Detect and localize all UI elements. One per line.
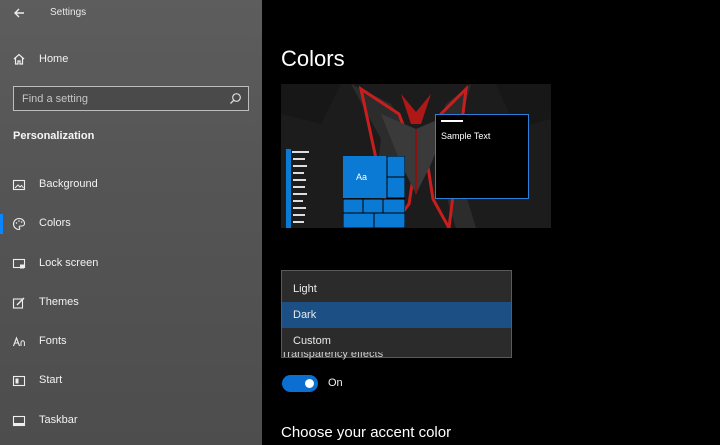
toggle-state-label: On [328,377,343,389]
option-dark[interactable]: Dark [282,302,511,328]
nav-home-label: Home [39,53,69,65]
palette-icon [13,217,26,231]
transparency-toggle[interactable] [282,375,318,392]
search-box[interactable] [13,86,249,111]
fonts-icon [12,336,25,347]
home-icon [13,53,25,65]
color-mode-dropdown[interactable]: Light Dark Custom [281,270,512,358]
page-title: Colors [281,46,345,71]
title-bar: Settings [0,0,262,28]
back-arrow-icon[interactable] [12,6,26,20]
sidebar-item-label: Fonts [39,335,67,347]
sidebar-item-label: Start [39,374,63,386]
sample-title-bar [441,120,463,122]
background-icon [12,179,26,191]
accent-color-heading: Choose your accent color [281,424,452,441]
sidebar-item-themes[interactable]: Themes [10,290,250,316]
sidebar-item-background[interactable]: Background [10,172,250,198]
tiles-preview: Aa [343,156,405,228]
theme-preview: Aa Sample Text [281,84,551,228]
section-title: Personalization [13,130,95,142]
sidebar-item-taskbar[interactable]: Taskbar [10,408,250,434]
option-label: Light [293,283,317,295]
transparency-label: Transparency effects [281,352,384,360]
taskbar-icon [12,415,26,427]
nav-home[interactable]: Home [10,48,250,72]
sample-window-preview: Sample Text [435,114,529,199]
app-title: Settings [50,7,87,18]
sidebar-item-lock-screen[interactable]: Lock screen [10,251,250,277]
sidebar-item-fonts[interactable]: Fonts [10,329,250,355]
settings-sidebar: Settings Home Personalization Background… [0,0,262,445]
start-icon [12,375,26,387]
option-label: Custom [293,335,331,347]
option-custom[interactable]: Custom [282,328,511,354]
sidebar-item-label: Lock screen [39,257,99,269]
main-content: Colors Aa Sample Text Light Dark Custom … [262,0,720,445]
sidebar-item-label: Background [39,178,98,190]
themes-icon [12,297,25,309]
sidebar-item-label: Taskbar [39,414,78,426]
option-light[interactable]: Light [282,276,511,302]
start-menu-preview [286,149,309,228]
lock-screen-icon [12,258,26,269]
sidebar-item-start[interactable]: Start [10,368,250,394]
sidebar-item-label: Colors [39,217,71,229]
tile-grid [343,156,405,228]
sidebar-item-colors[interactable]: Colors [0,211,250,237]
search-icon[interactable] [229,92,242,105]
sidebar-item-label: Themes [39,296,79,308]
option-label: Dark [293,309,317,321]
selected-indicator [0,214,3,234]
search-input[interactable] [14,87,224,110]
toggle-knob [305,379,314,388]
sample-text: Sample Text [441,131,491,141]
